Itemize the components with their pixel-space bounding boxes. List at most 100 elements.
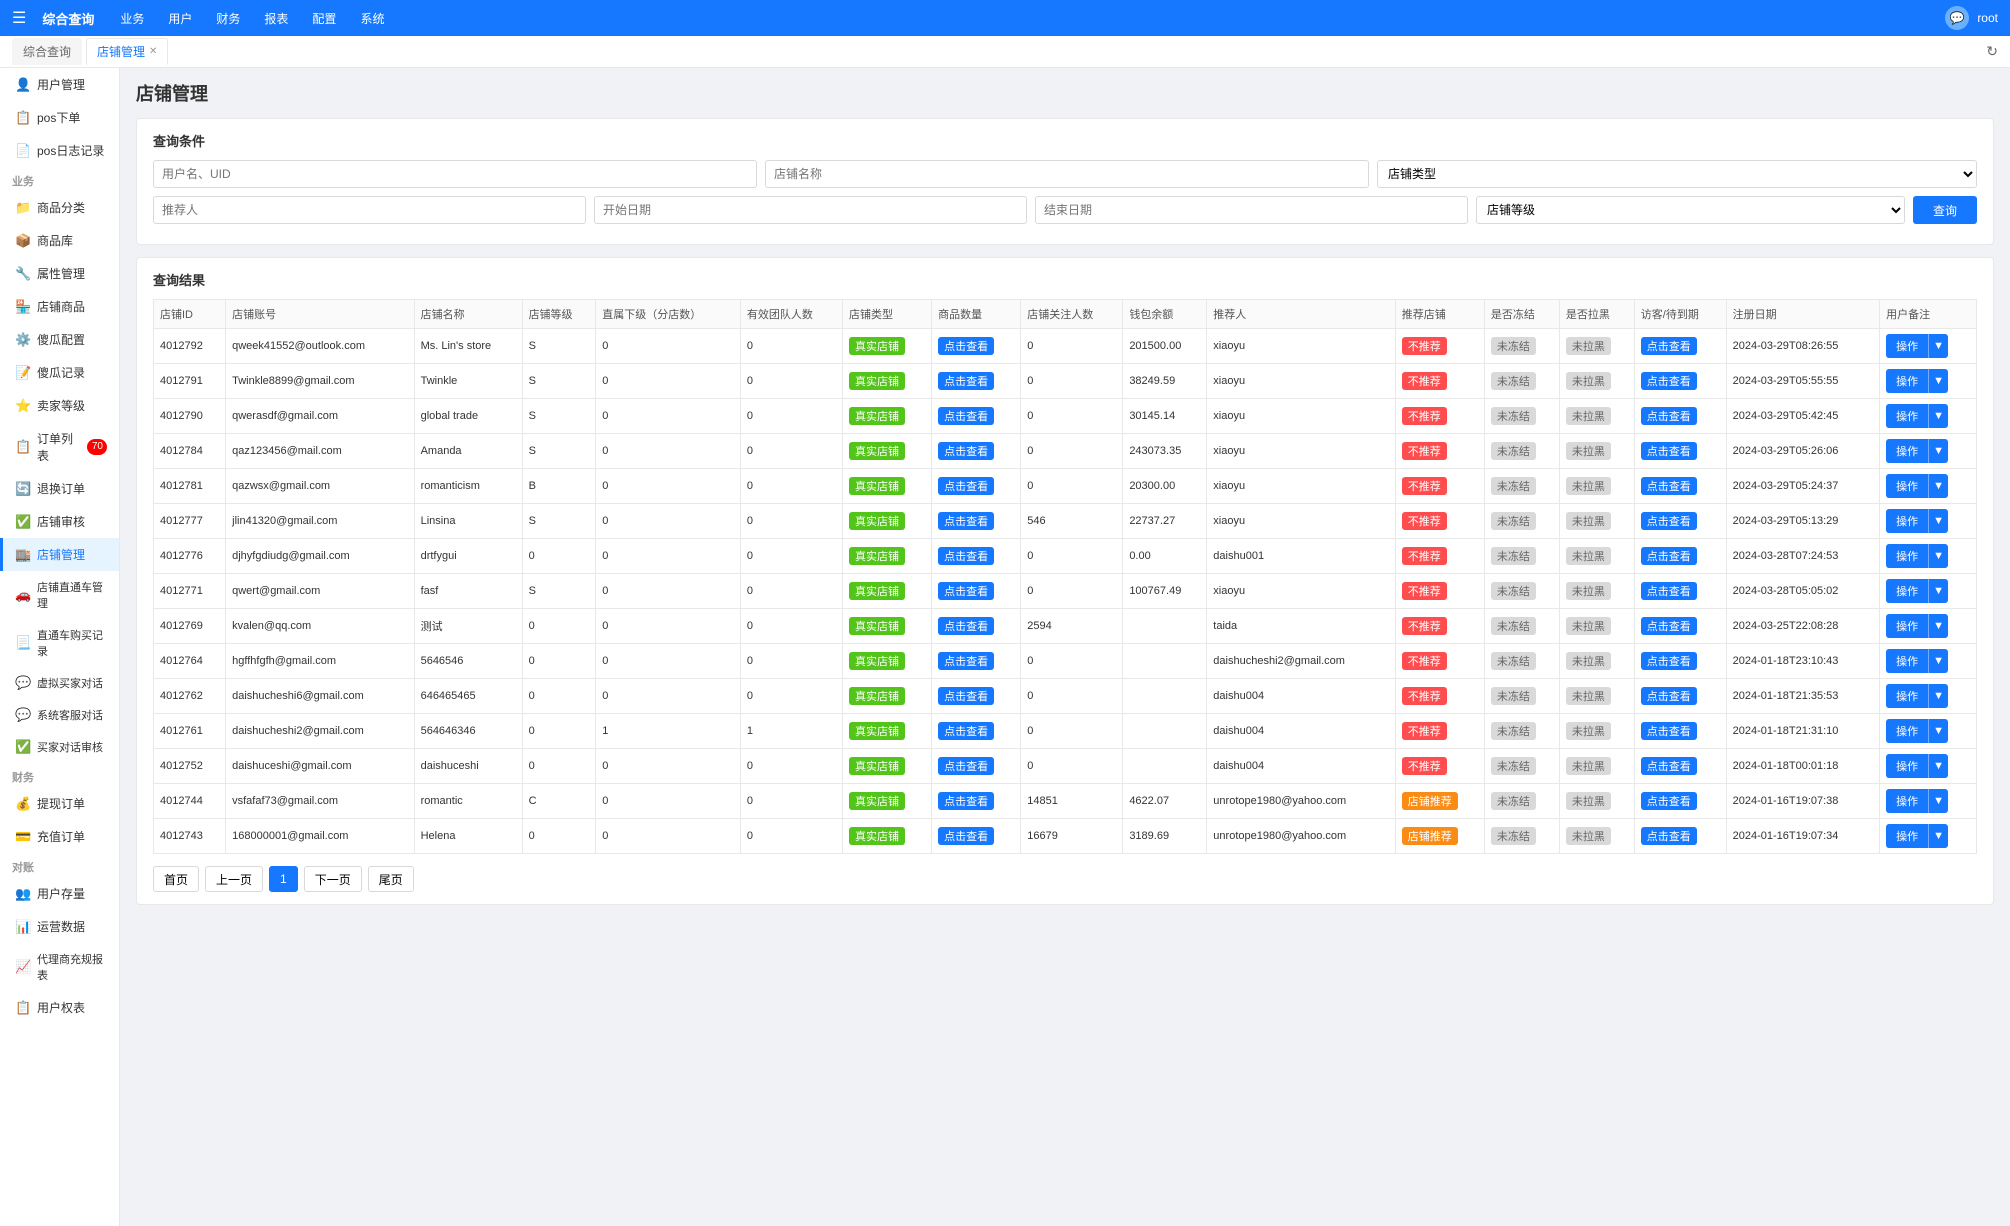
visitor-click-tag[interactable]: 点击查看 [1641, 442, 1697, 460]
cell-goods[interactable]: 点击查看 [932, 364, 1021, 399]
cell-goods[interactable]: 点击查看 [932, 574, 1021, 609]
visitor-click-tag[interactable]: 点击查看 [1641, 477, 1697, 495]
tab-close-icon[interactable]: ✕ [149, 46, 157, 57]
last-page-button[interactable]: 尾页 [368, 866, 414, 892]
action-button[interactable]: 操作 [1886, 404, 1928, 428]
goods-click-tag[interactable]: 点击查看 [938, 442, 994, 460]
action-button[interactable]: 操作 [1886, 824, 1928, 848]
action-button[interactable]: 操作 [1886, 754, 1928, 778]
action-button[interactable]: 操作 [1886, 334, 1928, 358]
nav-brand[interactable]: 综合查询 [42, 9, 94, 28]
cell-goods[interactable]: 点击查看 [932, 749, 1021, 784]
shop-name-input[interactable] [765, 160, 1369, 188]
cell-goods[interactable]: 点击查看 [932, 399, 1021, 434]
goods-click-tag[interactable]: 点击查看 [938, 337, 994, 355]
next-page-button[interactable]: 下一页 [304, 866, 362, 892]
cell-visitor[interactable]: 点击查看 [1634, 714, 1726, 749]
goods-click-tag[interactable]: 点击查看 [938, 372, 994, 390]
goods-click-tag[interactable]: 点击查看 [938, 477, 994, 495]
sidebar-item-商品分类[interactable]: 📁 商品分类 [0, 191, 119, 224]
sidebar-item-卖家等级[interactable]: ⭐ 卖家等级 [0, 389, 119, 422]
cell-visitor[interactable]: 点击查看 [1634, 364, 1726, 399]
action-dropdown-button[interactable]: ▼ [1928, 684, 1948, 708]
sidebar-item-买家对话审核[interactable]: ✅ 买家对话审核 [0, 731, 119, 763]
visitor-click-tag[interactable]: 点击查看 [1641, 792, 1697, 810]
action-button[interactable]: 操作 [1886, 369, 1928, 393]
action-button[interactable]: 操作 [1886, 789, 1928, 813]
cell-visitor[interactable]: 点击查看 [1634, 469, 1726, 504]
cell-visitor[interactable]: 点击查看 [1634, 504, 1726, 539]
cell-visitor[interactable]: 点击查看 [1634, 539, 1726, 574]
sidebar-item-虚拟买家对话[interactable]: 💬 虚拟买家对话 [0, 667, 119, 699]
cell-visitor[interactable]: 点击查看 [1634, 609, 1726, 644]
cell-visitor[interactable]: 点击查看 [1634, 644, 1726, 679]
sidebar-item-直通车购买记录[interactable]: 📃 直通车购买记录 [0, 619, 119, 667]
action-dropdown-button[interactable]: ▼ [1928, 544, 1948, 568]
sidebar-item-订单列表[interactable]: 📋 订单列表 70 [0, 422, 119, 472]
sidebar-item-用户存量[interactable]: 👥 用户存量 [0, 877, 119, 910]
cell-visitor[interactable]: 点击查看 [1634, 784, 1726, 819]
visitor-click-tag[interactable]: 点击查看 [1641, 337, 1697, 355]
visitor-click-tag[interactable]: 点击查看 [1641, 827, 1697, 845]
sidebar-item-店铺审核[interactable]: ✅ 店铺审核 [0, 505, 119, 538]
action-dropdown-button[interactable]: ▼ [1928, 509, 1948, 533]
visitor-click-tag[interactable]: 点击查看 [1641, 687, 1697, 705]
action-button[interactable]: 操作 [1886, 719, 1928, 743]
action-button[interactable]: 操作 [1886, 579, 1928, 603]
sidebar-item-傻瓜记录[interactable]: 📝 傻瓜记录 [0, 356, 119, 389]
tab-综合查询[interactable]: 综合查询 [12, 38, 82, 65]
cell-visitor[interactable]: 点击查看 [1634, 329, 1726, 364]
action-dropdown-button[interactable]: ▼ [1928, 614, 1948, 638]
visitor-click-tag[interactable]: 点击查看 [1641, 407, 1697, 425]
action-button[interactable]: 操作 [1886, 614, 1928, 638]
cell-goods[interactable]: 点击查看 [932, 644, 1021, 679]
action-dropdown-button[interactable]: ▼ [1928, 474, 1948, 498]
cell-visitor[interactable]: 点击查看 [1634, 679, 1726, 714]
goods-click-tag[interactable]: 点击查看 [938, 582, 994, 600]
shop-level-select[interactable]: 店铺等级 S B C [1476, 196, 1905, 224]
query-button[interactable]: 查询 [1913, 196, 1977, 224]
action-dropdown-button[interactable]: ▼ [1928, 754, 1948, 778]
action-dropdown-button[interactable]: ▼ [1928, 579, 1948, 603]
nav-item-business[interactable]: 业务 [110, 6, 154, 31]
cell-visitor[interactable]: 点击查看 [1634, 749, 1726, 784]
sidebar-item-用户管理[interactable]: 👤 用户管理 [0, 68, 119, 101]
visitor-click-tag[interactable]: 点击查看 [1641, 617, 1697, 635]
action-button[interactable]: 操作 [1886, 474, 1928, 498]
sidebar-item-属性管理[interactable]: 🔧 属性管理 [0, 257, 119, 290]
start-date-input[interactable] [594, 196, 1027, 224]
sidebar-item-pos日志记录[interactable]: 📄 pos日志记录 [0, 134, 119, 167]
nav-item-finance[interactable]: 财务 [206, 6, 250, 31]
current-page-button[interactable]: 1 [269, 866, 298, 892]
action-button[interactable]: 操作 [1886, 684, 1928, 708]
goods-click-tag[interactable]: 点击查看 [938, 722, 994, 740]
visitor-click-tag[interactable]: 点击查看 [1641, 547, 1697, 565]
cell-goods[interactable]: 点击查看 [932, 469, 1021, 504]
referrer-input[interactable] [153, 196, 586, 224]
prev-page-button[interactable]: 上一页 [205, 866, 263, 892]
user-search-input[interactable] [153, 160, 757, 188]
sidebar-item-系统客服对话[interactable]: 💬 系统客服对话 [0, 699, 119, 731]
nav-item-config[interactable]: 配置 [302, 6, 346, 31]
goods-click-tag[interactable]: 点击查看 [938, 407, 994, 425]
goods-click-tag[interactable]: 点击查看 [938, 617, 994, 635]
sidebar-item-店铺直通车管理[interactable]: 🚗 店铺直通车管理 [0, 571, 119, 619]
goods-click-tag[interactable]: 点击查看 [938, 792, 994, 810]
action-dropdown-button[interactable]: ▼ [1928, 824, 1948, 848]
action-dropdown-button[interactable]: ▼ [1928, 439, 1948, 463]
goods-click-tag[interactable]: 点击查看 [938, 547, 994, 565]
action-dropdown-button[interactable]: ▼ [1928, 789, 1948, 813]
cell-visitor[interactable]: 点击查看 [1634, 819, 1726, 854]
visitor-click-tag[interactable]: 点击查看 [1641, 652, 1697, 670]
sidebar-item-店铺管理[interactable]: 🏬 店铺管理 [0, 538, 119, 571]
visitor-click-tag[interactable]: 点击查看 [1641, 372, 1697, 390]
visitor-click-tag[interactable]: 点击查看 [1641, 582, 1697, 600]
nav-item-system[interactable]: 系统 [350, 6, 394, 31]
sidebar-item-提现订单[interactable]: 💰 提现订单 [0, 787, 119, 820]
action-dropdown-button[interactable]: ▼ [1928, 369, 1948, 393]
goods-click-tag[interactable]: 点击查看 [938, 687, 994, 705]
visitor-click-tag[interactable]: 点击查看 [1641, 757, 1697, 775]
cell-goods[interactable]: 点击查看 [932, 434, 1021, 469]
action-button[interactable]: 操作 [1886, 544, 1928, 568]
sidebar-item-代理商充规报表[interactable]: 📈 代理商充规报表 [0, 943, 119, 991]
